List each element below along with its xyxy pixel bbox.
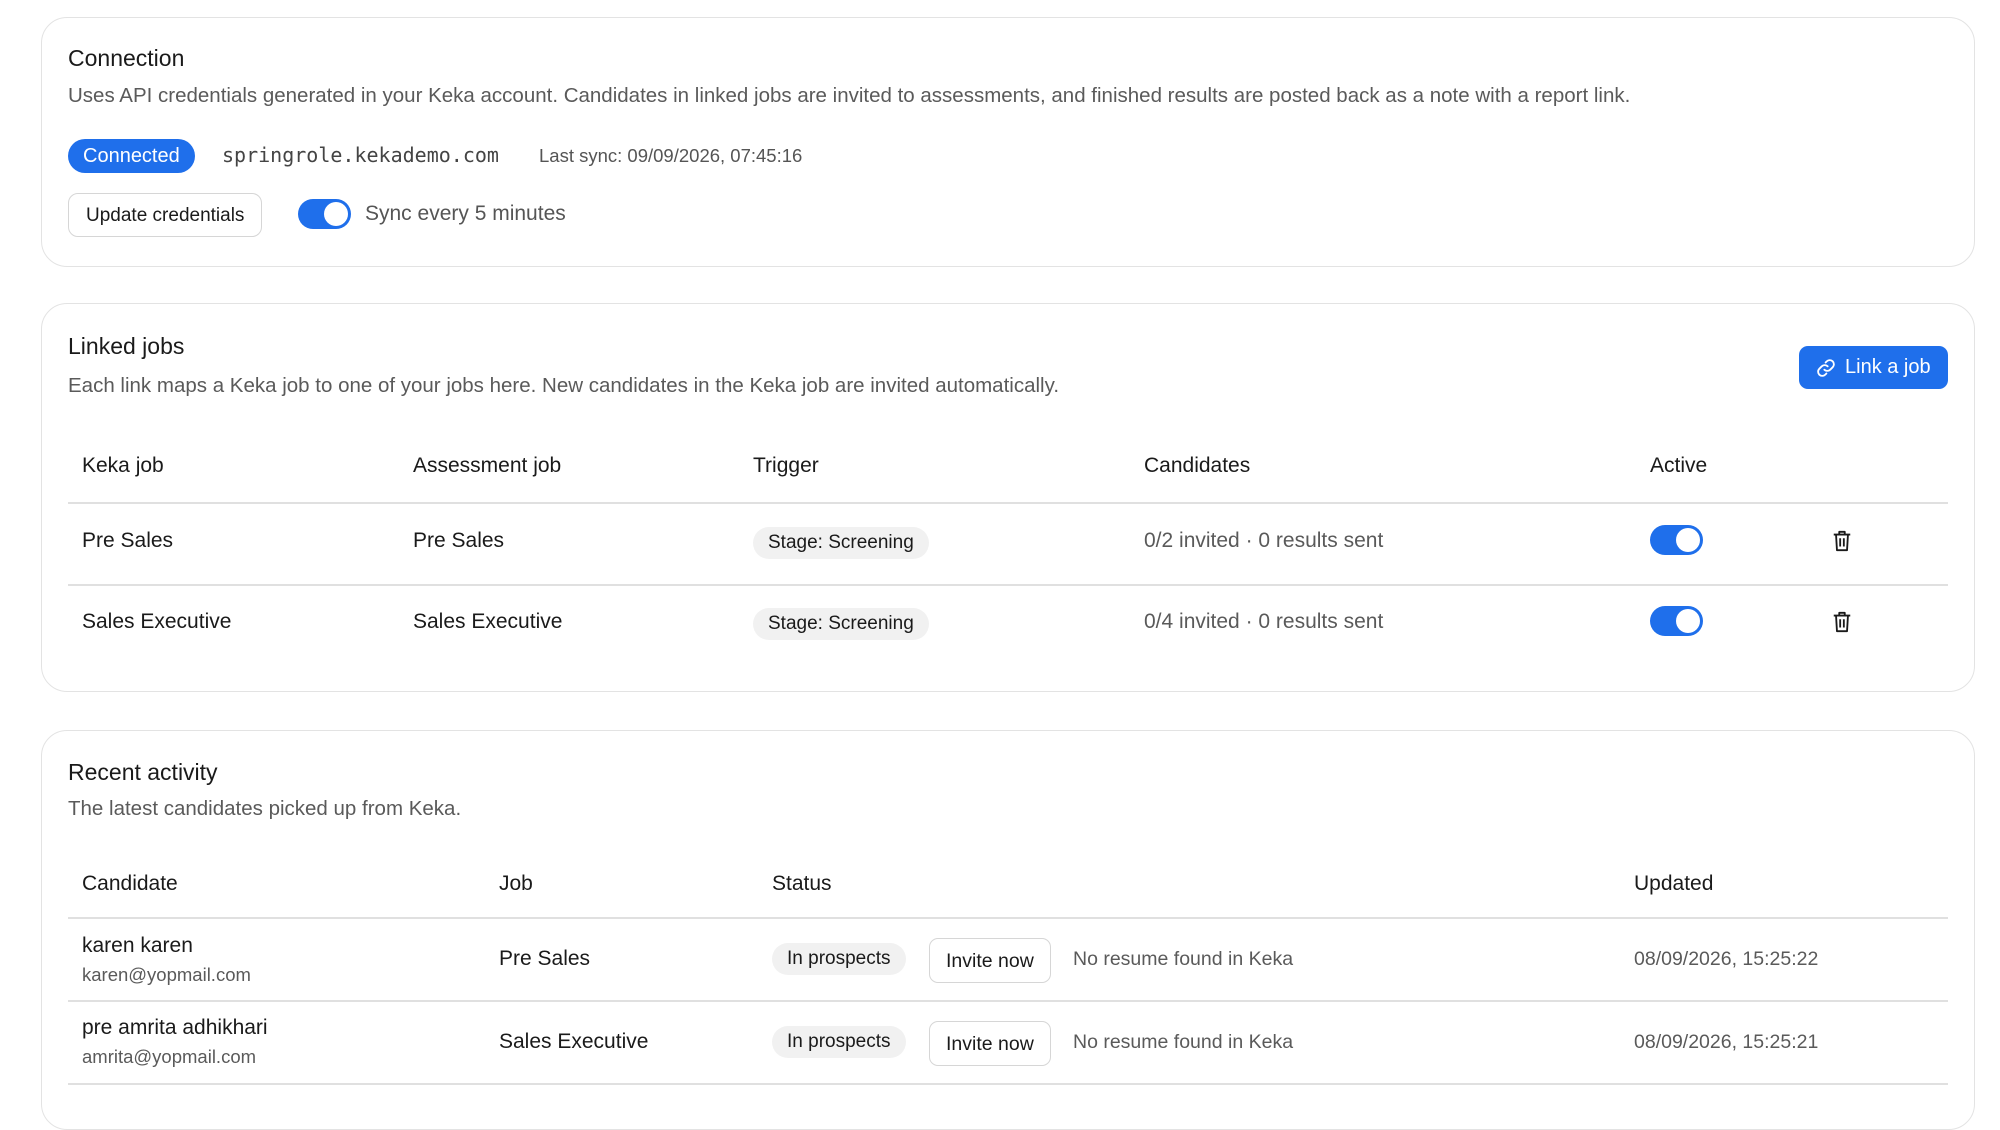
- invite-now-button[interactable]: Invite now: [929, 1021, 1051, 1066]
- link-icon: [1817, 359, 1835, 377]
- column-header-assessment-job: Assessment job: [413, 454, 562, 477]
- linked-jobs-card: Linked jobs Each link maps a Keka job to…: [41, 303, 1975, 692]
- job-cell: Pre Sales: [499, 947, 591, 970]
- link-a-job-label: Link a job: [1845, 356, 1931, 378]
- connection-title: Connection: [68, 45, 185, 71]
- linked-jobs-title: Linked jobs: [68, 333, 185, 359]
- column-header-updated: Updated: [1634, 872, 1714, 895]
- resume-note: No resume found in Keka: [1073, 948, 1294, 970]
- assessment-job-cell: Pre Sales: [413, 529, 505, 552]
- column-header-candidates: Candidates: [1144, 454, 1251, 477]
- status-pill: In prospects: [772, 1026, 906, 1058]
- column-header-keka-job: Keka job: [82, 454, 164, 477]
- table-divider: [68, 1083, 1948, 1085]
- invite-now-button[interactable]: Invite now: [929, 938, 1051, 983]
- status-pill: In prospects: [772, 943, 906, 975]
- keka-job-cell: Sales Executive: [82, 610, 232, 633]
- toggle-knob: [1676, 609, 1700, 633]
- active-toggle[interactable]: [1650, 525, 1703, 555]
- resume-note: No resume found in Keka: [1073, 1031, 1294, 1053]
- sync-toggle[interactable]: [298, 199, 351, 229]
- table-divider: [68, 584, 1948, 586]
- assessment-job-cell: Sales Executive: [413, 610, 563, 633]
- connected-badge: Connected: [68, 139, 195, 173]
- trigger-pill: Stage: Screening: [753, 608, 929, 640]
- table-divider: [68, 1000, 1948, 1002]
- keka-job-cell: Pre Sales: [82, 529, 174, 552]
- connection-description: Uses API credentials generated in your K…: [68, 84, 1631, 107]
- trigger-pill: Stage: Screening: [753, 527, 929, 559]
- update-credentials-button[interactable]: Update credentials: [68, 193, 263, 237]
- sync-label: Sync every 5 minutes: [365, 202, 566, 225]
- candidate-email: amrita@yopmail.com: [82, 1046, 257, 1067]
- updated-timestamp: 08/09/2026, 15:25:21: [1634, 1031, 1819, 1053]
- column-header-status: Status: [772, 872, 832, 895]
- column-header-active: Active: [1650, 454, 1708, 477]
- linked-jobs-description: Each link maps a Keka job to one of your…: [68, 374, 1060, 397]
- column-header-candidate: Candidate: [82, 872, 178, 895]
- candidates-cell: 0/4 invited · 0 results sent: [1144, 610, 1384, 633]
- last-sync-text: Last sync: 09/09/2026, 07:45:16: [539, 145, 803, 166]
- candidate-name: karen karen: [82, 934, 193, 957]
- active-toggle[interactable]: [1650, 606, 1703, 636]
- candidate-name: pre amrita adhikhari: [82, 1016, 268, 1039]
- connection-card: Connection Uses API credentials generate…: [41, 17, 1975, 267]
- updated-timestamp: 08/09/2026, 15:25:22: [1634, 948, 1819, 970]
- toggle-knob: [1676, 528, 1700, 552]
- recent-activity-title: Recent activity: [68, 759, 218, 785]
- column-header-job: Job: [499, 872, 533, 895]
- recent-activity-card: Recent activity The latest candidates pi…: [41, 730, 1975, 1130]
- trash-icon[interactable]: [1831, 529, 1853, 553]
- column-header-trigger: Trigger: [753, 454, 819, 477]
- recent-activity-description: The latest candidates picked up from Kek…: [68, 797, 462, 820]
- table-divider: [68, 917, 1948, 919]
- candidates-cell: 0/2 invited · 0 results sent: [1144, 529, 1384, 552]
- keka-domain: springrole.kekademo.com: [222, 143, 499, 167]
- toggle-knob: [324, 202, 348, 226]
- candidate-email: karen@yopmail.com: [82, 964, 251, 985]
- trash-icon[interactable]: [1831, 610, 1853, 634]
- job-cell: Sales Executive: [499, 1030, 649, 1053]
- link-a-job-button[interactable]: Link a job: [1799, 346, 1948, 389]
- table-divider: [68, 502, 1948, 504]
